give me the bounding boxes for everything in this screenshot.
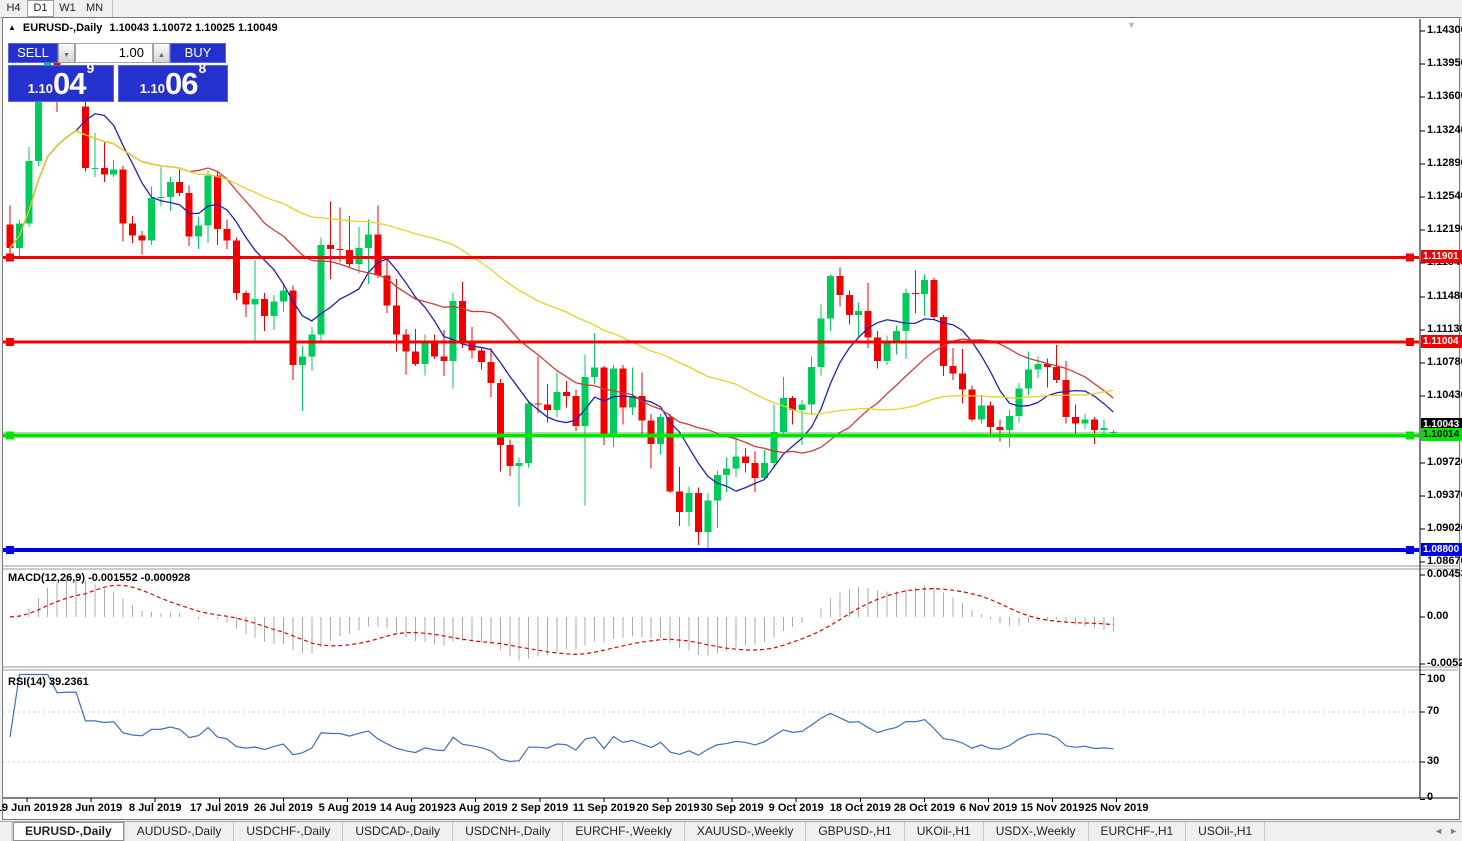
timeframe-button-w1[interactable]: W1: [54, 0, 81, 17]
symbol-period-label: EURUSD-,Daily: [23, 22, 102, 34]
sell-price-display[interactable]: 1.10 04 9: [8, 65, 114, 102]
chart-shift-marker-icon[interactable]: ▼: [1127, 20, 1136, 30]
chart-tab-audusd[interactable]: AUDUSD-,Daily: [125, 822, 235, 841]
chart-tab-ukoil[interactable]: UKOil-,H1: [905, 822, 984, 841]
collapse-triangle-icon[interactable]: ▲: [8, 23, 16, 32]
spin-up-icon: ▲: [158, 52, 165, 59]
one-click-trading-panel: SELL ▼ 1.00 ▲ BUY 1.10 04 9 1.10 06 8: [8, 43, 230, 102]
chart-title: ▲ EURUSD-,Daily 1.10043 1.10072 1.10025 …: [8, 22, 278, 34]
sell-button[interactable]: SELL: [8, 43, 58, 63]
horizontal-line-1.08800[interactable]: [3, 548, 1419, 552]
buy-price-display[interactable]: 1.10 06 8: [118, 65, 228, 102]
candles-layer: [7, 48, 1117, 551]
toolbar-separator: [112, 0, 113, 17]
line-anchor[interactable]: [1406, 431, 1414, 439]
volume-decrease-button[interactable]: ▼: [58, 43, 75, 63]
spin-down-icon: ▼: [63, 52, 70, 59]
macd-histogram: [10, 576, 1113, 661]
chart-canvas[interactable]: [3, 18, 1459, 819]
moving-average-20: [10, 131, 1113, 453]
chart-tab-eurusd[interactable]: EURUSD-,Daily: [13, 822, 125, 841]
buy-price-pipette: 8: [199, 60, 207, 76]
line-anchor[interactable]: [1406, 546, 1414, 554]
chart-tab-usdchf[interactable]: USDCHF-,Daily: [234, 822, 343, 841]
horizontal-line-1.11901[interactable]: [3, 256, 1419, 259]
chart-tab-xauusd[interactable]: XAUUSD-,Weekly: [685, 822, 806, 841]
moving-average-45: [10, 131, 1113, 414]
chart-tab-usdx[interactable]: USDX-,Weekly: [984, 822, 1089, 841]
horizontal-line-1.10014[interactable]: [3, 433, 1419, 437]
macd-label: MACD(12,26,9) -0.001552 -0.000928: [8, 572, 190, 584]
ohlc-values: 1.10043 1.10072 1.10025 1.10049: [109, 22, 277, 34]
timeframe-toolbar: H4D1W1MN: [0, 0, 1462, 18]
trading-terminal: { "toolbar": {"timeframes": [ {"label": …: [0, 0, 1462, 840]
chart-tab-eurchf[interactable]: EURCHF-,H1: [1089, 822, 1187, 841]
sell-price-pipette: 9: [87, 60, 95, 76]
buy-price-prefix: 1.10: [140, 81, 165, 96]
volume-increase-button[interactable]: ▲: [153, 43, 170, 63]
line-anchor[interactable]: [6, 431, 14, 439]
rsi-line: [10, 675, 1113, 762]
line-anchor[interactable]: [1406, 338, 1414, 346]
tabs-scroll-left-icon[interactable]: ◄: [1434, 822, 1443, 840]
tabs-scroll-right-icon[interactable]: ►: [1449, 822, 1458, 840]
buy-price-big: 06: [165, 67, 197, 101]
timeframe-button-d1[interactable]: D1: [27, 0, 54, 17]
chart-tab-usoil[interactable]: USOil-,H1: [1186, 822, 1265, 841]
tabbar-gutter: [0, 822, 13, 841]
chart-tab-eurchf[interactable]: EURCHF-,Weekly: [563, 822, 684, 841]
line-anchor[interactable]: [6, 253, 14, 261]
chart-tab-usdcad[interactable]: USDCAD-,Daily: [343, 822, 453, 841]
macd-signal-line: [10, 585, 1113, 654]
line-anchor[interactable]: [1406, 253, 1414, 261]
rsi-label: RSI(14) 39.2361: [8, 676, 89, 688]
chart-tab-gbpusd[interactable]: GBPUSD-,H1: [806, 822, 904, 841]
timeframe-button-mn[interactable]: MN: [81, 0, 108, 17]
line-anchor[interactable]: [6, 338, 14, 346]
chart-tab-bar: EURUSD-,DailyAUDUSD-,DailyUSDCHF-,DailyU…: [0, 821, 1462, 841]
sell-price-prefix: 1.10: [28, 81, 53, 96]
chart-tab-usdcnh[interactable]: USDCNH-,Daily: [453, 822, 563, 841]
tab-scroll-arrows: ◄ ►: [1434, 822, 1458, 840]
sell-price-big: 04: [53, 67, 85, 101]
timeframe-button-h4[interactable]: H4: [0, 0, 27, 17]
line-anchor[interactable]: [6, 546, 14, 554]
timeframe-buttons: H4D1W1MN: [0, 0, 108, 17]
horizontal-line-1.11004[interactable]: [3, 340, 1419, 343]
chart-tabs: EURUSD-,DailyAUDUSD-,DailyUSDCHF-,DailyU…: [13, 822, 1265, 841]
